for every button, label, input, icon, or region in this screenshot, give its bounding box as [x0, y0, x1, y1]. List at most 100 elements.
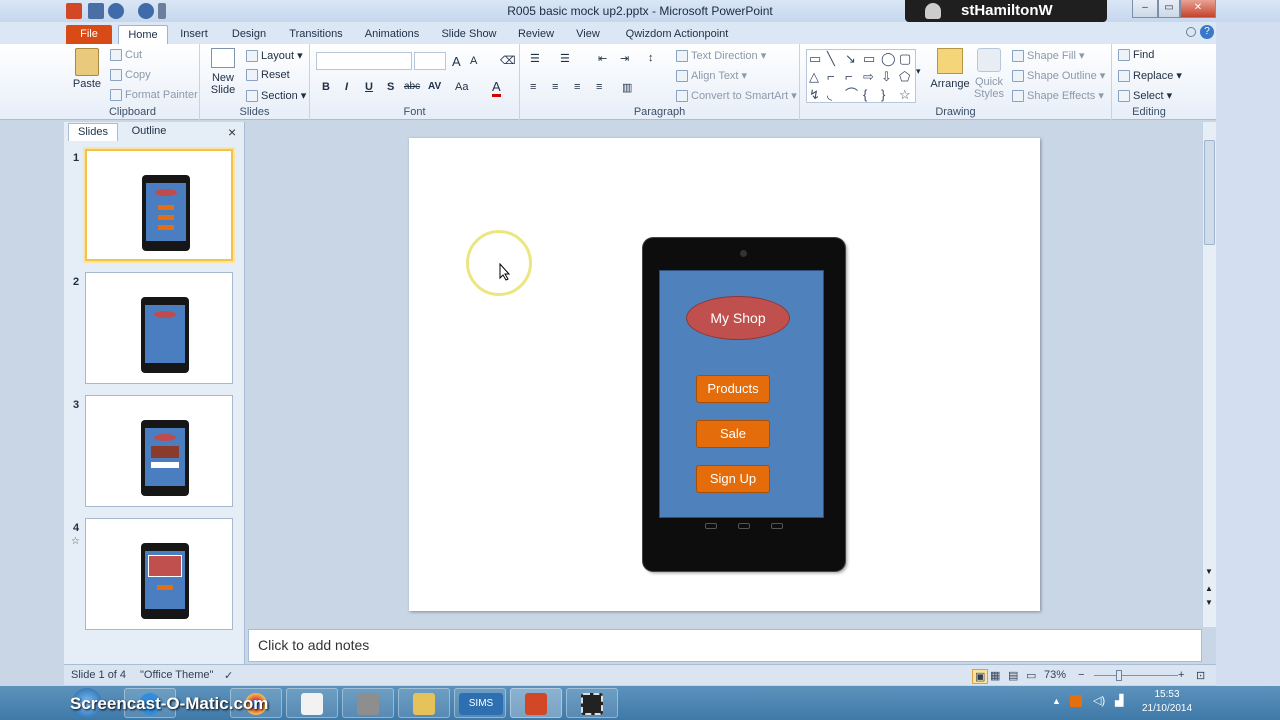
quick-styles-button[interactable]: Quick Styles [970, 48, 1008, 100]
font-size-combo[interactable] [414, 52, 446, 70]
paste-button[interactable]: Paste [70, 48, 104, 90]
slide-thumbnail-1[interactable] [85, 149, 233, 261]
sign-up-button-shape[interactable]: Sign Up [696, 465, 770, 493]
strikethrough-button[interactable]: abc [404, 81, 420, 92]
shapes-gallery[interactable]: ▭ ╲ ↘ ▭ ◯ ▢ △ ⌐ ⌐ ⇨ ⇩ ⬠ ↯ ◟ ⌒ { } ☆ [806, 49, 916, 103]
close-window-button[interactable]: ✕ [1180, 0, 1216, 18]
shape-freeform-icon[interactable]: ⌒ [845, 88, 858, 102]
close-panel-icon[interactable]: × [228, 124, 236, 140]
columns-icon[interactable]: ▥ [622, 81, 632, 94]
tab-home[interactable]: Home [118, 25, 168, 44]
tab-qwizdom[interactable]: Qwizdom Actionpoint [618, 25, 736, 44]
clear-format-icon[interactable]: ⌫ [500, 54, 516, 67]
scroll-down-icon[interactable]: ▼ [1205, 567, 1213, 576]
tray-network-icon[interactable]: ▟ [1115, 694, 1123, 707]
shape-curve-icon[interactable]: ↯ [809, 88, 820, 102]
shape-rounded-rect-icon[interactable]: ▢ [899, 52, 911, 66]
shape-arrow-line-icon[interactable]: ↘ [845, 52, 856, 66]
fit-to-window-icon[interactable]: ⊡ [1196, 669, 1205, 682]
sale-button-shape[interactable]: Sale [696, 420, 770, 448]
shape-triangle-icon[interactable]: △ [809, 70, 819, 84]
tray-app-icon[interactable] [1070, 695, 1082, 707]
tray-arrow-icon[interactable]: ▲ [1052, 696, 1061, 706]
underline-button[interactable]: U [365, 81, 373, 93]
tab-outline[interactable]: Outline [122, 123, 176, 141]
shape-effects-button[interactable]: Shape Effects ▾ [1012, 89, 1104, 103]
slide-thumbnail-2[interactable] [85, 272, 233, 384]
shadow-button[interactable]: S [387, 81, 394, 93]
products-button-shape[interactable]: Products [696, 375, 770, 403]
bullets-icon[interactable]: ☰ [530, 52, 540, 65]
select-button[interactable]: Select ▾ [1118, 89, 1172, 103]
convert-smartart-button[interactable]: Convert to SmartArt ▾ [676, 89, 797, 103]
align-center-icon[interactable]: ≡ [552, 81, 558, 93]
reset-button[interactable]: Reset [246, 69, 290, 82]
tab-slide-show[interactable]: Slide Show [437, 25, 501, 44]
minimize-button[interactable]: – [1132, 0, 1158, 18]
help-icon[interactable]: ? [1200, 25, 1214, 39]
shape-fill-button[interactable]: Shape Fill ▾ [1012, 49, 1085, 63]
taskbar-sims[interactable]: SIMS [454, 688, 506, 718]
taskbar-clock[interactable]: 15:53 21/10/2014 [1132, 688, 1202, 716]
tab-view[interactable]: View [568, 25, 608, 44]
change-case-button[interactable]: Aa [455, 81, 468, 93]
font-family-combo[interactable] [316, 52, 412, 70]
shrink-font-icon[interactable]: A [470, 55, 477, 67]
prev-slide-icon[interactable]: ▲ [1205, 584, 1213, 593]
notes-pane[interactable]: Click to add notes [248, 629, 1202, 662]
tab-transitions[interactable]: Transitions [283, 25, 349, 44]
shape-star-icon[interactable]: ☆ [899, 88, 911, 102]
scroll-thumb[interactable] [1204, 140, 1215, 245]
next-slide-icon[interactable]: ▼ [1205, 598, 1213, 607]
taskbar-screencast[interactable] [566, 688, 618, 718]
shape-connector-icon[interactable]: ⌐ [845, 70, 853, 84]
zoom-slider-handle[interactable] [1116, 670, 1122, 681]
shape-outline-button[interactable]: Shape Outline ▾ [1012, 69, 1105, 83]
shape-brace-left-icon[interactable]: { [863, 88, 867, 102]
taskbar-graduate[interactable] [342, 688, 394, 718]
shape-rectangle-icon[interactable]: ▭ [863, 52, 875, 66]
current-slide[interactable]: My Shop Products Sale Sign Up [409, 138, 1040, 611]
shape-line-icon[interactable]: ╲ [827, 52, 835, 66]
my-shop-oval[interactable]: My Shop [686, 296, 790, 340]
slide-sorter-icon[interactable]: ▦ [990, 669, 1000, 682]
shape-brace-right-icon[interactable]: } [881, 88, 885, 102]
grow-font-icon[interactable]: A [452, 54, 461, 69]
normal-view-icon[interactable]: ▣ [972, 669, 989, 684]
italic-button[interactable]: I [345, 81, 348, 93]
char-spacing-button[interactable]: AV [428, 81, 441, 92]
spellcheck-icon[interactable]: ✓ [224, 669, 233, 682]
tab-file[interactable]: File [66, 25, 112, 44]
layout-button[interactable]: Layout ▾ [246, 49, 303, 63]
zoom-slider[interactable] [1094, 675, 1178, 676]
shapes-more-icon[interactable]: ▾ [916, 66, 921, 77]
decrease-indent-icon[interactable]: ⇤ [598, 52, 607, 65]
tab-design[interactable]: Design [224, 25, 274, 44]
format-painter-button[interactable]: Format Painter [110, 89, 198, 102]
minimize-ribbon-icon[interactable] [1186, 27, 1196, 37]
line-spacing-icon[interactable]: ↕ [648, 52, 654, 64]
align-text-button[interactable]: Align Text ▾ [676, 69, 747, 83]
slideshow-view-icon[interactable]: ▭ [1026, 669, 1036, 682]
slide-thumbnail-4[interactable] [85, 518, 233, 630]
font-color-button[interactable]: A [492, 79, 501, 97]
zoom-in-icon[interactable]: + [1178, 669, 1184, 681]
tab-slides[interactable]: Slides [68, 123, 118, 141]
increase-indent-icon[interactable]: ⇥ [620, 52, 629, 65]
tab-animations[interactable]: Animations [360, 25, 424, 44]
shape-pentagon-icon[interactable]: ⬠ [899, 70, 910, 84]
tablet-screen[interactable]: My Shop Products Sale Sign Up [659, 270, 824, 518]
copy-button[interactable]: Copy [110, 69, 151, 82]
shape-elbow-icon[interactable]: ⌐ [827, 70, 835, 84]
maximize-button[interactable]: ▭ [1158, 0, 1180, 18]
cut-button[interactable]: Cut [110, 49, 142, 62]
text-direction-button[interactable]: Text Direction ▾ [676, 49, 766, 63]
taskbar-explorer[interactable] [398, 688, 450, 718]
arrange-button[interactable]: Arrange [928, 48, 972, 90]
theme-name[interactable]: "Office Theme" [140, 669, 213, 681]
tray-volume-icon[interactable]: ◁) [1093, 694, 1105, 707]
taskbar-apps[interactable] [286, 688, 338, 718]
shape-arc-icon[interactable]: ◟ [827, 88, 832, 102]
slide-thumbnail-3[interactable] [85, 395, 233, 507]
zoom-out-icon[interactable]: − [1078, 669, 1084, 681]
